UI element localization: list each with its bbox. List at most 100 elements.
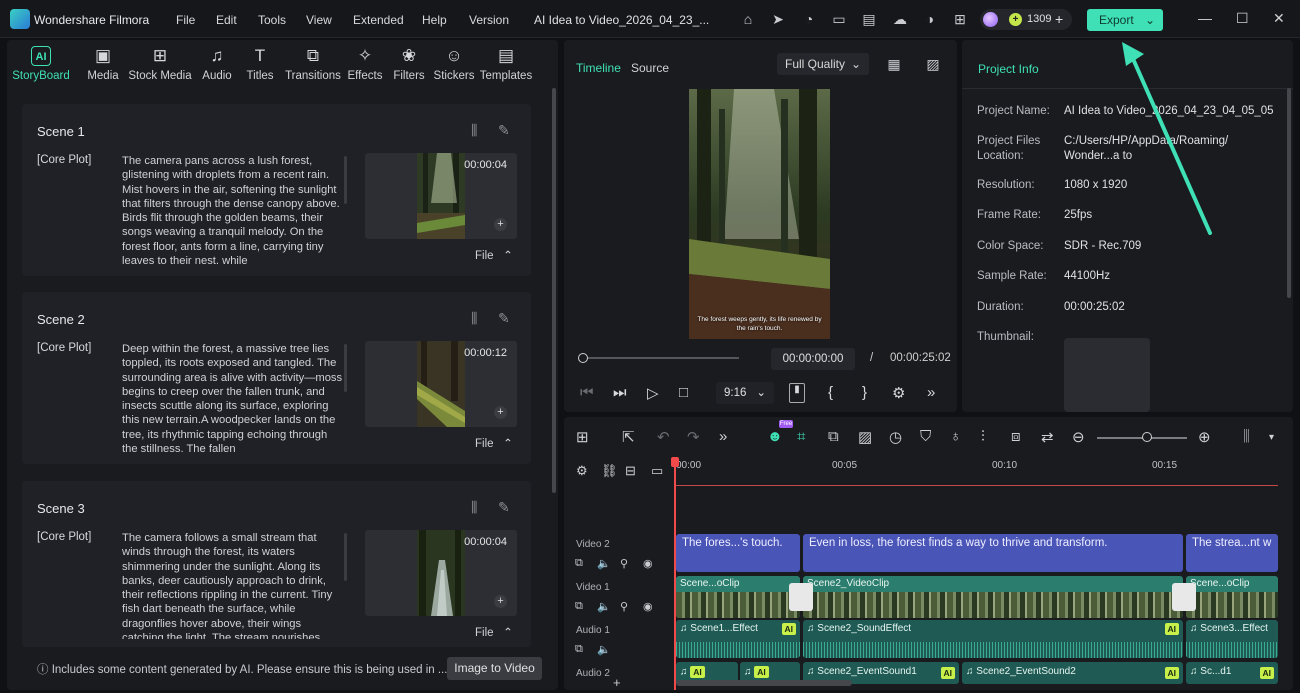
audio-clip[interactable]: ♫ Scene2_SoundEffect AI [803,620,1183,658]
eye-icon[interactable]: ◉ [643,600,653,613]
title-clip[interactable]: The fores...'s touch. [676,534,800,572]
stop-icon[interactable]: □ [679,384,688,401]
eye-icon[interactable]: ◉ [643,557,653,570]
project-thumbnail[interactable] [1064,338,1150,412]
title-clip[interactable]: The strea...nt w [1186,534,1278,572]
text-scrollbar[interactable] [344,344,347,392]
credits-widget[interactable]: + 1309 + [980,9,1072,30]
add-icon[interactable]: + [494,218,507,231]
tab-stickers[interactable]: ☺ Stickers [425,46,483,82]
chevron-down-icon[interactable]: ⌄ [1145,9,1155,31]
edit-pencil-icon[interactable]: ✎ [498,122,510,139]
video-clip[interactable]: Scene2_VideoClip [803,576,1183,618]
video-clip[interactable]: Scene...oClip [1186,576,1278,618]
speaker-icon[interactable]: 🔈 [597,600,611,613]
scene-file-toggle[interactable]: File ⌃ [475,625,513,639]
scene-card[interactable]: Scene 1 ⫼ ✎ [Core Plot] The camera pans … [22,104,531,276]
play-icon[interactable]: ▷ [647,384,659,402]
menu-file[interactable]: File [176,13,195,27]
layout-icon[interactable]: ▭ [831,11,847,27]
chevron-down-icon[interactable]: ▾ [1269,432,1274,443]
playhead[interactable] [674,457,676,690]
add-icon[interactable]: + [494,595,507,608]
seek-bar[interactable] [582,357,739,359]
add-track-icon[interactable]: ⧉ [575,643,583,656]
edit-pencil-icon[interactable]: ✎ [498,499,510,516]
timeline-scrollbar[interactable] [676,680,852,686]
seek-knob[interactable] [578,353,588,363]
undo-icon[interactable]: ↶ [657,428,670,446]
left-panel-scrollbar[interactable] [552,88,556,493]
scene-description[interactable]: Deep within the forest, a massive tree l… [122,342,344,452]
magic-wand-icon[interactable]: ⚲ [620,600,628,613]
menu-edit[interactable]: Edit [216,13,237,27]
image-edit-icon[interactable]: ▨ [858,428,872,446]
gift-icon[interactable]: ⌂ [740,11,756,27]
current-time[interactable]: 00:00:00:00 [771,348,855,370]
menu-view[interactable]: View [306,13,332,27]
zoom-slider-knob[interactable] [1142,432,1152,442]
tab-titles[interactable]: T Titles [231,46,289,82]
cloud-upload-icon[interactable]: ☁ [892,11,908,27]
menu-extended[interactable]: Extended [353,13,404,27]
redo-icon[interactable]: ↷ [687,428,700,446]
headset-icon[interactable]: ◔ [801,11,817,27]
quality-select[interactable]: Full Quality ⌄ [777,53,869,75]
image-to-video-button[interactable]: Image to Video [447,657,542,680]
tab-templates[interactable]: ▤ Templates [477,46,535,82]
edit-pencil-icon[interactable]: ✎ [498,310,510,327]
add-track-icon[interactable]: ⧉ [575,557,583,570]
video-clip[interactable]: Scene...oClip [676,576,800,618]
aspect-ratio-select[interactable]: 9:16 ⌄ [716,382,774,404]
scene-card[interactable]: Scene 3 ⫼ ✎ [Core Plot] The camera follo… [22,481,531,647]
safe-zone-icon[interactable]: ▮ [789,383,805,403]
add-icon[interactable]: + [494,406,507,419]
add-track-icon[interactable]: ⧉ [575,600,583,613]
maximize-icon[interactable]: ☐ [1236,10,1249,27]
text-scrollbar[interactable] [344,156,347,204]
text-scrollbar[interactable] [344,533,347,581]
video-preview[interactable]: The forest weeps gently, its life renewe… [689,89,830,339]
transition-marker[interactable] [789,583,813,611]
add-credits-icon[interactable]: + [1055,11,1063,27]
scene-file-toggle[interactable]: File ⌃ [475,436,513,450]
scene-description[interactable]: The camera follows a small stream that w… [122,531,344,639]
transition-marker[interactable] [1172,583,1196,611]
menu-tools[interactable]: Tools [258,13,286,27]
scene-thumbnail[interactable]: 00:00:04 + [365,530,517,616]
previous-frame-icon[interactable]: ⏮ [580,384,594,401]
tab-source[interactable]: Source [631,61,669,75]
select-tool-icon[interactable]: ⇱ [622,428,635,446]
more-controls-icon[interactable]: » [927,384,935,401]
motion-track-icon[interactable]: ⧈ [1011,428,1021,445]
step-forward-icon[interactable]: ⏭ [613,384,627,401]
snapshot-icon[interactable]: ▨ [925,56,941,72]
voice-wave-icon[interactable]: ⫼ [471,122,477,139]
scene-thumbnail[interactable]: 00:00:04 + [365,153,517,239]
menu-version[interactable]: Version [469,13,509,27]
speaker-icon[interactable]: 🔈 [597,557,611,570]
split-icon[interactable]: ⌗ [797,428,805,445]
microphone-icon[interactable]: ♁ [950,428,961,445]
title-clip[interactable]: Even in loss, the forest finds a way to … [803,534,1183,572]
audio-clip[interactable]: ♫ Scene1...Effect AI [676,620,800,658]
audio-mixer-icon[interactable]: ⫶ [981,428,985,445]
settings-gear-icon[interactable]: ⚙ [892,384,905,402]
scene-thumbnail[interactable]: 00:00:12 + [365,341,517,427]
settings-gear-icon[interactable]: ⚙ [576,463,588,479]
save-icon[interactable]: ▤ [861,11,877,27]
zoom-in-icon[interactable]: ⊕ [1198,428,1211,446]
ai-robot-icon[interactable]: ☻ [767,428,783,445]
voice-wave-icon[interactable]: ⫼ [471,499,477,516]
audio-clip[interactable]: ♫ Scene2_EventSound2 AI [962,662,1183,684]
close-icon[interactable]: ✕ [1273,10,1285,27]
layout-grid-icon[interactable]: ⊞ [576,428,589,446]
apps-grid-icon[interactable]: ⊞ [952,11,968,27]
playhead-handle[interactable] [671,457,679,467]
scene-card[interactable]: Scene 2 ⫼ ✎ [Core Plot] Deep within the … [22,292,531,464]
send-icon[interactable]: ➤ [770,11,786,27]
minimize-icon[interactable]: — [1198,10,1212,26]
magic-wand-icon[interactable]: ⚲ [620,557,628,570]
tab-storyboard[interactable]: AI StoryBoard [12,46,70,82]
voice-wave-icon[interactable]: ⫼ [471,310,477,327]
